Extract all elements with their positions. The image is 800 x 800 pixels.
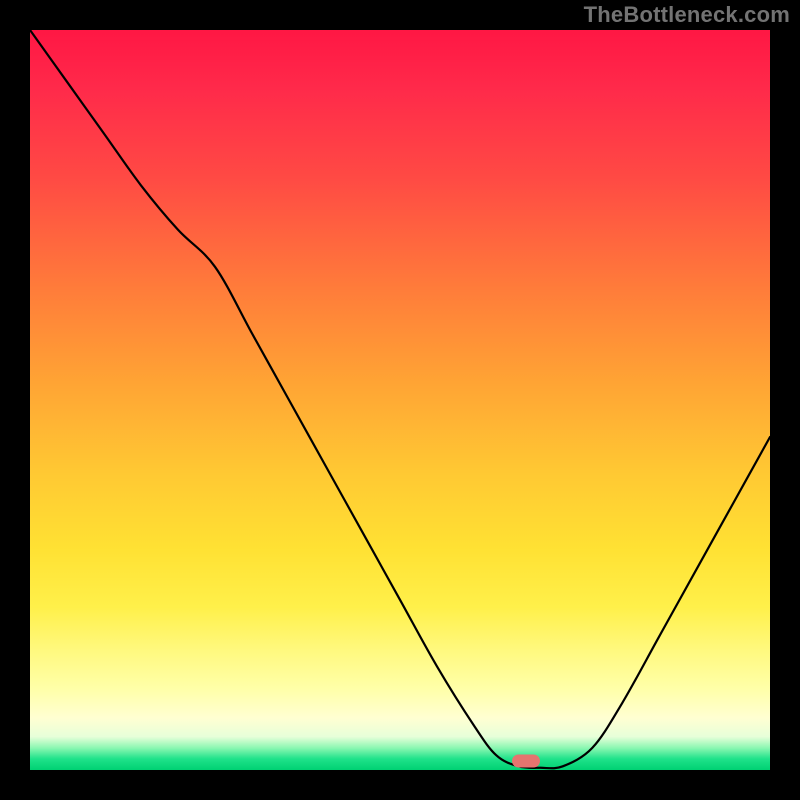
bottleneck-curve — [30, 30, 770, 770]
chart-frame: TheBottleneck.com — [0, 0, 800, 800]
optimum-marker — [512, 755, 540, 768]
plot-area — [30, 30, 770, 770]
watermark-label: TheBottleneck.com — [584, 2, 790, 28]
curve-path — [30, 30, 770, 768]
